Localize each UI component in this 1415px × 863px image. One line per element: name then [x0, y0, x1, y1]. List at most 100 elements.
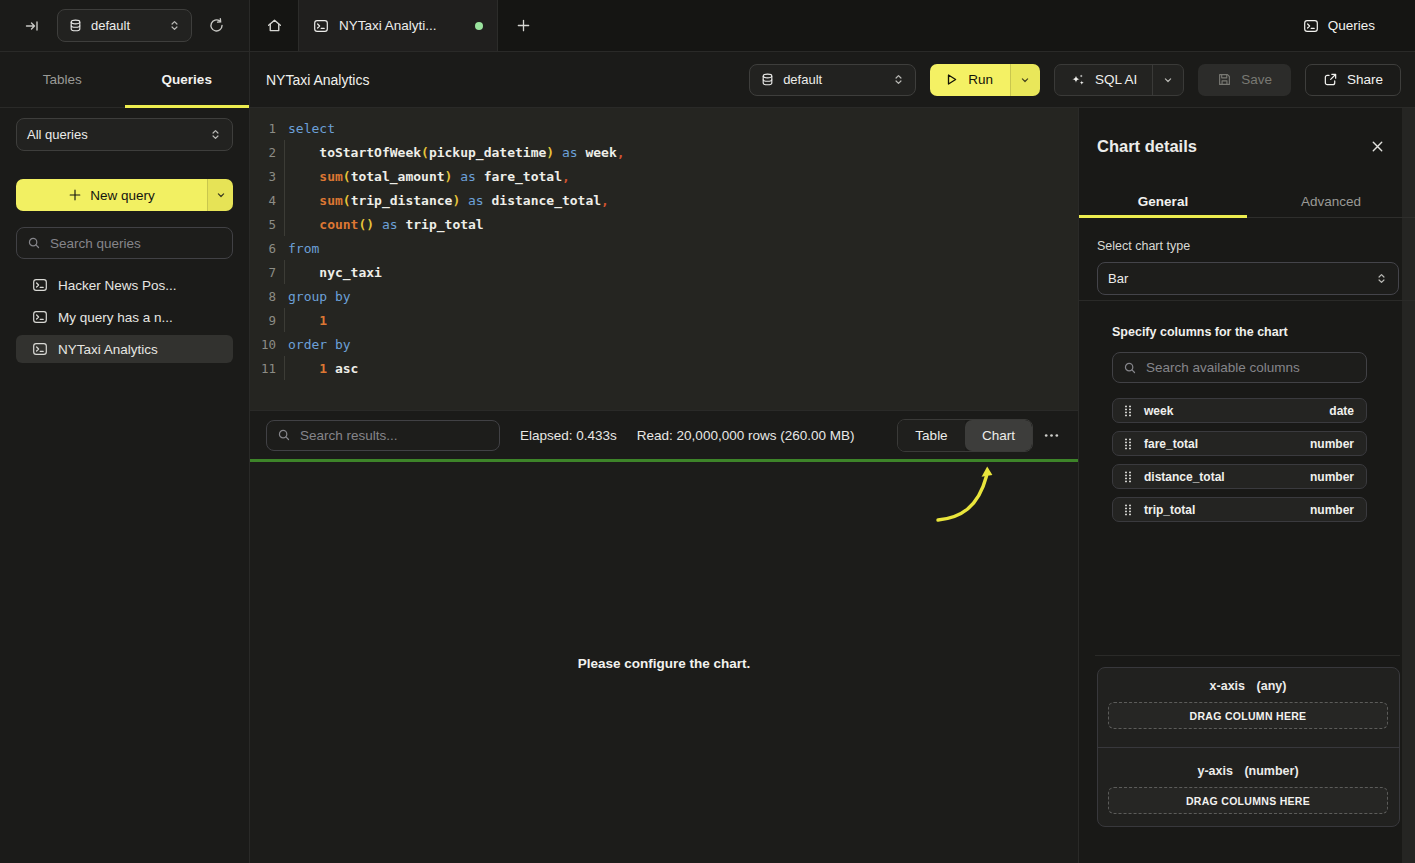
refresh-icon[interactable]	[208, 17, 225, 34]
code-line: 11 1 asc	[250, 356, 1078, 380]
tab-advanced[interactable]: Advanced	[1247, 185, 1415, 217]
more-options-icon[interactable]	[1041, 427, 1062, 444]
column-row[interactable]: weekdate	[1112, 398, 1367, 423]
run-database-selector[interactable]: default	[749, 64, 916, 96]
chart-details-panel: Chart details General Advanced Select ch…	[1078, 108, 1415, 863]
column-list: weekdatefare_totalnumberdistance_totalnu…	[1112, 398, 1367, 522]
main-header: NYTaxi Analytics default	[250, 52, 1415, 108]
share-label: Share	[1347, 72, 1383, 87]
search-icon	[277, 428, 291, 442]
new-tab-button[interactable]	[498, 0, 548, 51]
column-name: trip_total	[1144, 503, 1300, 517]
query-list: Hacker News Pos... My query has a n... NYT…	[16, 271, 233, 363]
sql-ai-dropdown[interactable]	[1152, 65, 1183, 95]
line-number: 9	[250, 313, 276, 328]
code-line: 2 toStartOfWeek(pickup_datetime) as week…	[250, 140, 1078, 164]
search-icon	[27, 236, 41, 250]
view-toggle: TableChart	[897, 419, 1033, 452]
queries-button[interactable]: Queries	[1291, 0, 1415, 51]
sidebar-tabs: Tables Queries	[0, 52, 249, 108]
line-number: 4	[250, 193, 276, 208]
code-line: 10order by	[250, 332, 1078, 356]
column-name: fare_total	[1144, 437, 1300, 451]
tab-strip: NYTaxi Analyti... Queries	[250, 0, 1415, 52]
collapse-sidebar-icon[interactable]	[24, 18, 40, 34]
chart-type-label: Select chart type	[1079, 239, 1415, 253]
share-button[interactable]: Share	[1305, 64, 1401, 96]
axis-divider	[1095, 655, 1400, 656]
database-selector[interactable]: default	[57, 9, 192, 42]
view-toggle-chart[interactable]: Chart	[965, 420, 1032, 451]
column-name: week	[1144, 404, 1319, 418]
code-line: 7 nyc_taxi	[250, 260, 1078, 284]
terminal-icon	[1303, 18, 1319, 34]
line-number: 10	[250, 337, 276, 352]
terminal-icon	[313, 18, 329, 34]
main-content: 1select2 toStartOfWeek(pickup_datetime) …	[250, 108, 1415, 863]
new-query-dropdown[interactable]	[207, 179, 233, 211]
line-number: 6	[250, 241, 276, 256]
column-type: number	[1310, 437, 1354, 451]
y-axis-drop-zone[interactable]: DRAG COLUMNS HERE	[1108, 787, 1388, 814]
tab-general[interactable]: General	[1079, 185, 1247, 217]
column-type: number	[1310, 470, 1354, 484]
chart-type-select[interactable]: Bar	[1097, 262, 1399, 295]
y-axis-label: y-axis	[1197, 764, 1232, 778]
updown-chevron-icon	[168, 19, 181, 32]
query-list-item[interactable]: Hacker News Pos...	[16, 271, 233, 299]
new-query-button[interactable]: New query	[16, 179, 233, 211]
search-queries-placeholder: Search queries	[50, 236, 141, 251]
updown-chevron-icon	[892, 73, 905, 86]
query-name: Hacker News Pos...	[58, 278, 177, 293]
drag-handle-icon[interactable]	[1122, 404, 1134, 418]
view-toggle-table[interactable]: Table	[898, 420, 965, 451]
run-label: Run	[968, 72, 993, 87]
sql-ai-label: SQL AI	[1095, 72, 1137, 87]
tab-nytaxi-analytics[interactable]: NYTaxi Analyti...	[298, 0, 498, 51]
search-results-input[interactable]: Search results...	[266, 420, 500, 451]
x-axis-label: x-axis	[1210, 679, 1245, 693]
run-button-main[interactable]: Run	[930, 64, 1010, 96]
sql-editor[interactable]: 1select2 toStartOfWeek(pickup_datetime) …	[250, 108, 1078, 410]
run-button[interactable]: Run	[930, 64, 1040, 96]
save-label: Save	[1241, 72, 1272, 87]
panel-tabs: General Advanced	[1079, 185, 1415, 218]
queries-button-label: Queries	[1328, 18, 1375, 33]
run-dropdown[interactable]	[1010, 64, 1040, 96]
line-number: 11	[250, 361, 276, 376]
column-row[interactable]: distance_totalnumber	[1112, 464, 1367, 489]
sidebar-content: All queries New query	[0, 108, 249, 377]
search-results-placeholder: Search results...	[300, 428, 398, 443]
workspace: 1select2 toStartOfWeek(pickup_datetime) …	[250, 108, 1078, 863]
panel-body: Select chart type Bar Specify columns fo…	[1079, 218, 1415, 863]
x-axis-section: x-axis (any) DRAG COLUMN HERE	[1098, 668, 1399, 747]
code-text: select	[276, 121, 335, 136]
code-text: sum(trip_distance) as distance_total,	[276, 193, 609, 208]
chart-configure-message: Please configure the chart.	[250, 656, 1078, 671]
column-row[interactable]: fare_total number	[1112, 431, 1367, 456]
code-line: 5 count() as trip_total	[250, 212, 1078, 236]
code-line: 3 sum(total_amount) as fare_total,	[250, 164, 1078, 188]
close-icon[interactable]	[1370, 139, 1385, 154]
y-axis-hint: (number)	[1244, 764, 1298, 778]
query-list-item[interactable]: My query has a n...	[16, 303, 233, 331]
drag-handle-icon[interactable]	[1122, 503, 1134, 517]
save-button[interactable]: Save	[1198, 64, 1291, 96]
panel-header: Chart details	[1079, 108, 1415, 185]
tab-queries[interactable]: Queries	[125, 52, 250, 107]
drag-handle-icon[interactable]	[1122, 437, 1134, 451]
query-filter-select[interactable]: All queries	[16, 118, 233, 151]
home-button[interactable]	[250, 0, 298, 51]
x-axis-drop-zone[interactable]: DRAG COLUMN HERE	[1108, 702, 1388, 729]
save-icon	[1217, 72, 1232, 87]
new-query-main[interactable]: New query	[16, 179, 207, 211]
sql-ai-main[interactable]: SQL AI	[1055, 65, 1152, 95]
search-queries-input[interactable]: Search queries	[16, 227, 233, 259]
code-line: 4 sum(trip_distance) as distance_total,	[250, 188, 1078, 212]
tab-tables[interactable]: Tables	[0, 52, 125, 107]
query-list-item[interactable]: NYTaxi Analytics	[16, 335, 233, 363]
sql-ai-button[interactable]: SQL AI	[1054, 64, 1184, 96]
drag-handle-icon[interactable]	[1122, 470, 1134, 484]
search-columns-input[interactable]: Search available columns	[1112, 352, 1367, 383]
column-row[interactable]: trip_totalnumber	[1112, 497, 1367, 522]
